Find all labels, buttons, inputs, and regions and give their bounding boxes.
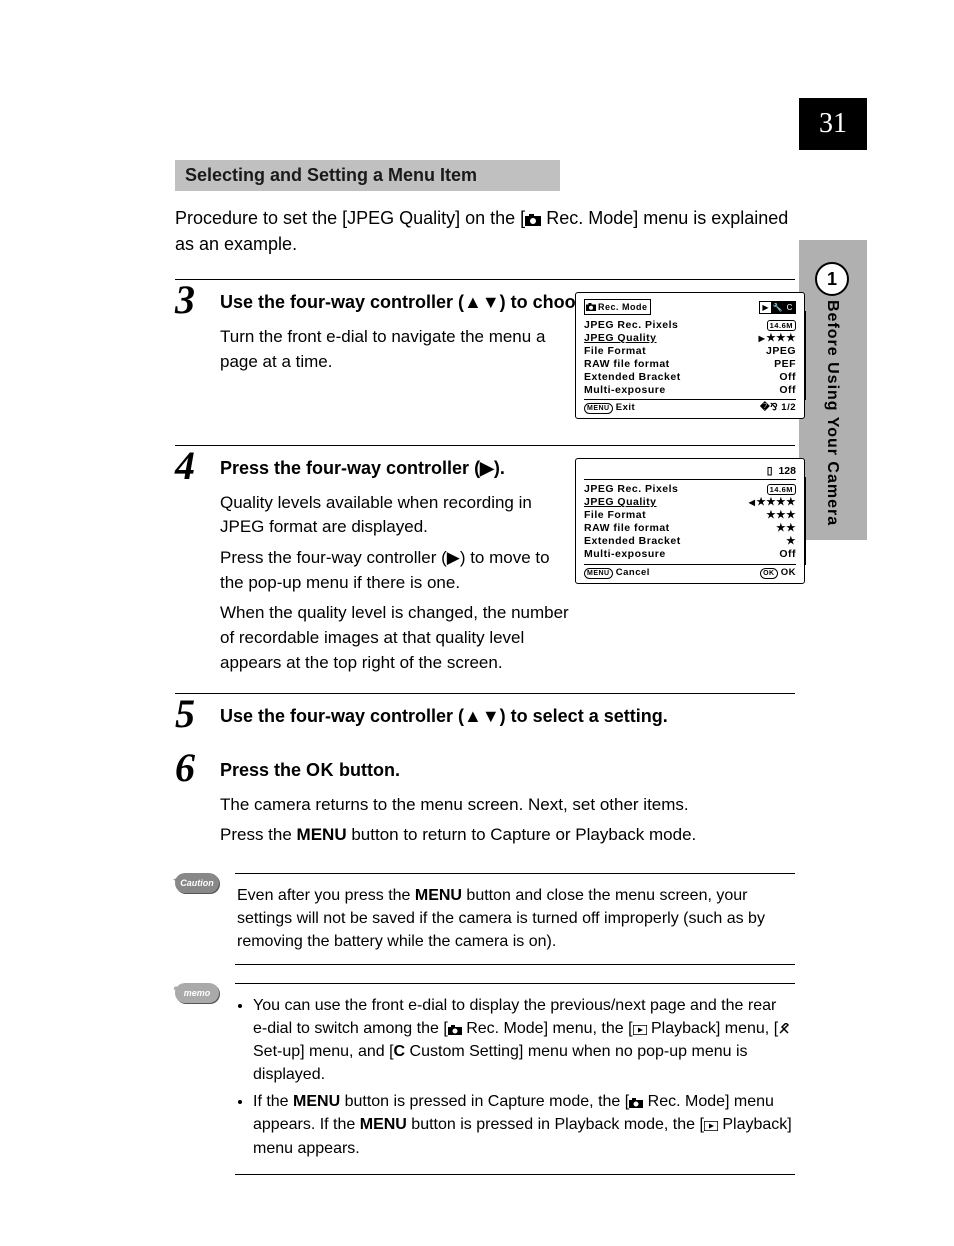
card-icon: ▯ bbox=[767, 465, 773, 477]
step-title: Press the OK button. bbox=[220, 758, 795, 783]
lcd-menu-row: JPEG Rec. Pixels14.6M bbox=[584, 318, 796, 331]
step-description: Quality levels available when recording … bbox=[220, 491, 560, 540]
camera-icon bbox=[525, 214, 541, 226]
lcd-title: Rec. Mode bbox=[584, 299, 651, 315]
playback-icon bbox=[633, 1025, 647, 1035]
step-number: 3 bbox=[175, 280, 195, 320]
lcd-menu-row: JPEG Quality★★★ bbox=[584, 331, 796, 344]
lcd-footer: MENU Cancel OK OK bbox=[584, 564, 796, 579]
page-number-badge: 31 bbox=[799, 98, 867, 150]
memo-callout: ✎memo You can use the front e-dial to di… bbox=[175, 983, 795, 1175]
lcd-menu-row: JPEG Quality★★★★ bbox=[584, 496, 796, 509]
lcd-screen-1: Rec. Mode ▶🔧C JPEG Rec. Pixels14.6MJPEG … bbox=[575, 292, 805, 419]
ok-button-icon: OK bbox=[760, 568, 778, 579]
step-number: 6 bbox=[175, 748, 195, 788]
camera-icon bbox=[586, 303, 596, 311]
camera-icon bbox=[448, 1025, 462, 1035]
setup-icon bbox=[778, 1023, 790, 1035]
lcd-title-text: Rec. Mode bbox=[598, 302, 648, 312]
intro-paragraph: Procedure to set the [JPEG Quality] on t… bbox=[175, 205, 795, 257]
lcd-scrollbar bbox=[804, 477, 806, 565]
step-5: 5 Use the four-way controller (▲▼) to se… bbox=[175, 693, 795, 729]
step-title: Use the four-way controller (▲▼) to sele… bbox=[220, 704, 795, 729]
step-3: 3 Use the four-way controller (▲▼) to ch… bbox=[175, 279, 795, 374]
caution-text: Even after you press the MENU button and… bbox=[235, 873, 795, 965]
memo-bullet-1: You can use the front e-dial to display … bbox=[253, 994, 793, 1087]
lcd-menu-row: JPEG Rec. Pixels14.6M bbox=[584, 483, 796, 496]
lcd-menu-row: RAW file format★★ bbox=[584, 522, 796, 535]
step-description: Turn the front e-dial to navigate the me… bbox=[220, 325, 560, 374]
lcd-menu-row: RAW file formatPEF bbox=[584, 357, 796, 370]
lcd-menu-row: Extended BracketOff bbox=[584, 370, 796, 383]
memo-text: You can use the front e-dial to display … bbox=[235, 983, 795, 1175]
step-description: When the quality level is changed, the n… bbox=[220, 601, 580, 675]
step-description: The camera returns to the menu screen. N… bbox=[220, 793, 795, 818]
lcd-menu-row: Multi-exposureOff bbox=[584, 383, 796, 396]
manual-page: 31 1 Before Using Your Camera Selecting … bbox=[0, 0, 954, 1246]
section-heading: Selecting and Setting a Menu Item bbox=[175, 160, 560, 191]
lcd-menu-row: File Format★★★ bbox=[584, 509, 796, 522]
chapter-number-circle: 1 bbox=[815, 262, 849, 296]
caution-icon: ✦Caution bbox=[175, 873, 220, 893]
image-count: 128 bbox=[778, 465, 796, 477]
step-6: 6 Press the OK button. The camera return… bbox=[175, 748, 795, 848]
step-number: 5 bbox=[175, 694, 195, 734]
memo-icon: ✎memo bbox=[175, 983, 220, 1003]
menu-label: MENU bbox=[297, 825, 347, 844]
menu-button-icon: MENU bbox=[584, 568, 613, 579]
step-number: 4 bbox=[175, 446, 195, 486]
lcd-menu-row: Extended Bracket★ bbox=[584, 535, 796, 548]
lcd-menu-row: Multi-exposureOff bbox=[584, 548, 796, 561]
lcd-menu-row: File FormatJPEG bbox=[584, 344, 796, 357]
step-4: 4 Press the four-way controller (▶). Qua… bbox=[175, 445, 795, 676]
lcd-tab-icons: ▶🔧C bbox=[760, 301, 796, 314]
lcd-footer: MENU Exit �⅋ 1/2 bbox=[584, 399, 796, 414]
playback-icon bbox=[704, 1121, 718, 1131]
step-description: Press the four-way controller (▶) to mov… bbox=[220, 546, 560, 595]
ok-label: OK bbox=[306, 760, 334, 780]
memo-bullet-2: If the MENU button is pressed in Capture… bbox=[253, 1090, 793, 1160]
page-content: Selecting and Setting a Menu Item Proced… bbox=[175, 160, 795, 1175]
lcd-scrollbar bbox=[804, 311, 806, 400]
lcd-screen-2: ▯ 128 JPEG Rec. Pixels14.6MJPEG Quality★… bbox=[575, 458, 805, 584]
camera-icon bbox=[629, 1098, 643, 1108]
menu-button-icon: MENU bbox=[584, 403, 613, 414]
caution-callout: ✦Caution Even after you press the MENU b… bbox=[175, 873, 795, 965]
chapter-title-vertical: Before Using Your Camera bbox=[823, 300, 841, 526]
step-description: Press the MENU button to return to Captu… bbox=[220, 823, 795, 848]
